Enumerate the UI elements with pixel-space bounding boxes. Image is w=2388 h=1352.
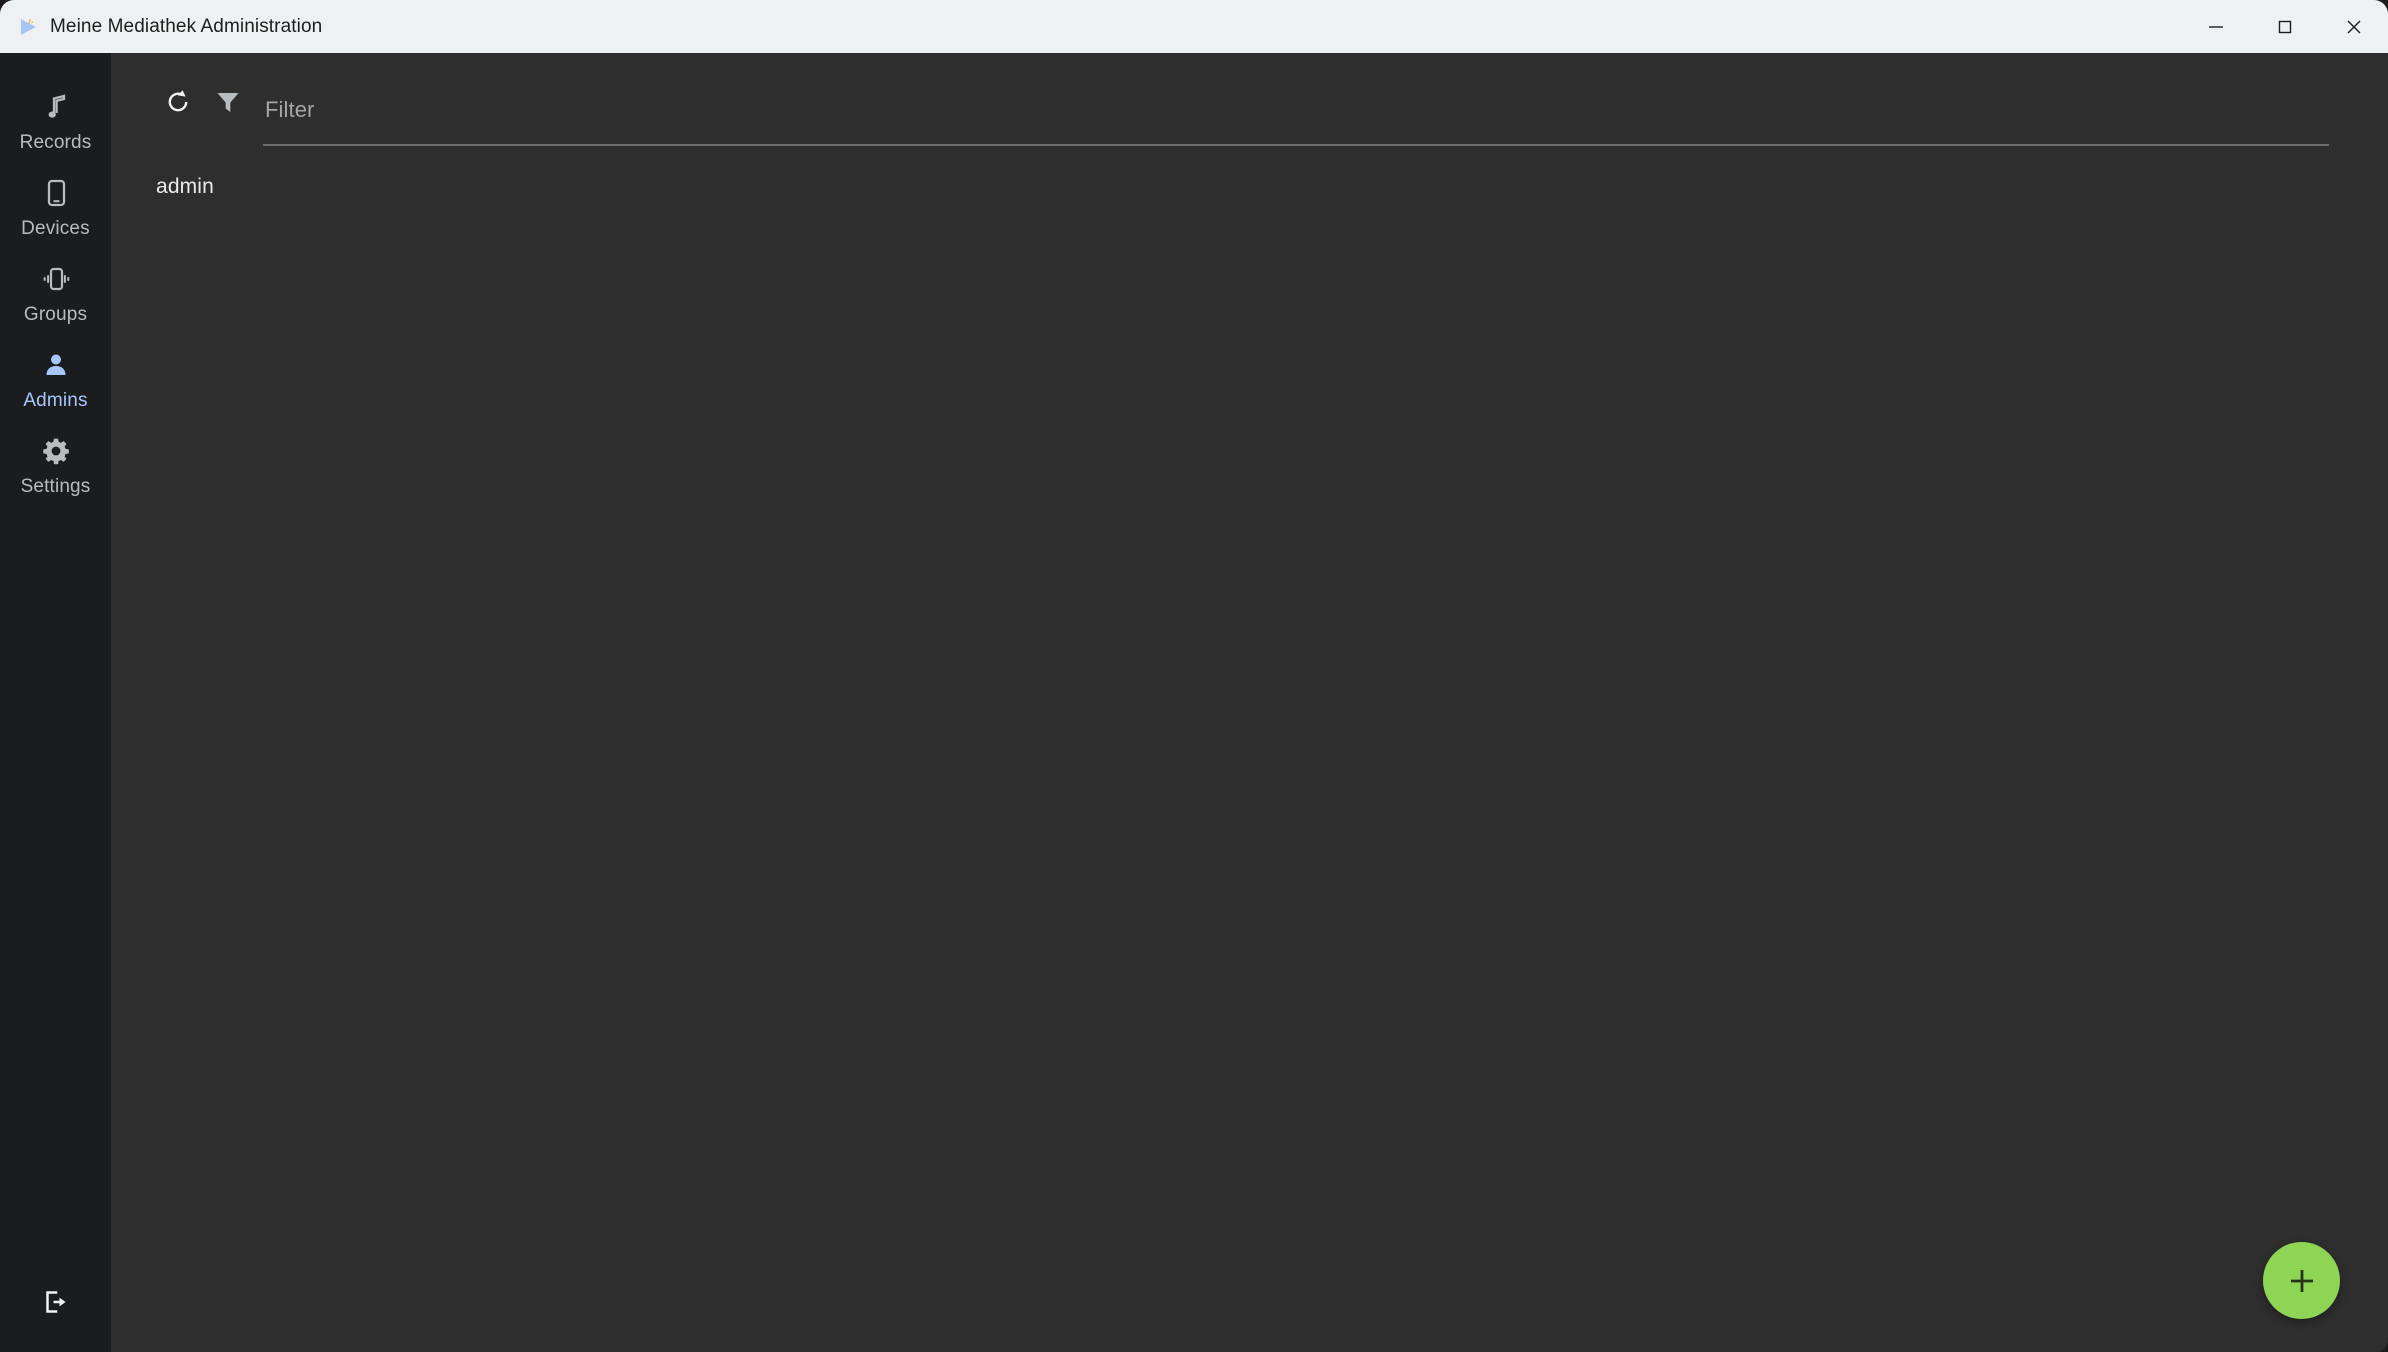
sidebar: Records Devices Groups Admins Settings <box>0 53 111 1352</box>
add-admin-button[interactable] <box>2263 1242 2340 1319</box>
logout-button[interactable] <box>0 1252 111 1352</box>
smartphone-icon <box>39 177 73 209</box>
toolbar <box>111 53 2388 146</box>
admins-list: admin <box>111 146 2388 1352</box>
sidebar-item-records[interactable]: Records <box>0 79 111 165</box>
main-content: admin <box>111 53 2388 1352</box>
maximize-button[interactable] <box>2250 0 2319 53</box>
sidebar-item-label: Settings <box>20 475 91 497</box>
filter-button[interactable] <box>206 80 250 124</box>
filter-input-field[interactable] <box>263 83 2329 146</box>
app-window: Meine Mediathek Administration Records D… <box>0 0 2388 1352</box>
window-title: Meine Mediathek Administration <box>50 15 323 37</box>
play-triangle-icon <box>17 16 39 38</box>
filter-input[interactable] <box>263 96 2329 131</box>
window-body: Records Devices Groups Admins Settings F… <box>0 53 2388 1352</box>
refresh-button[interactable] <box>156 80 200 124</box>
close-icon <box>2347 20 2360 33</box>
title-bar-left: Meine Mediathek Administration <box>0 16 2181 38</box>
sidebar-item-groups[interactable]: Groups <box>0 251 111 337</box>
sidebar-item-settings[interactable]: Settings <box>0 423 111 509</box>
maximize-icon <box>2278 20 2291 33</box>
window-controls <box>2181 0 2388 53</box>
sidebar-item-label: Records <box>19 131 92 153</box>
sidebar-item-label: Devices <box>21 217 90 239</box>
music-note-icon <box>39 91 73 123</box>
close-button[interactable] <box>2319 0 2388 53</box>
list-item-label: admin <box>156 175 214 198</box>
logout-icon <box>39 1286 73 1318</box>
minimize-icon <box>2208 25 2223 28</box>
person-icon <box>39 349 73 381</box>
sidebar-item-label: Groups <box>23 303 88 325</box>
minimize-button[interactable] <box>2181 0 2250 53</box>
title-bar: Meine Mediathek Administration <box>0 0 2388 53</box>
gear-icon <box>39 435 73 467</box>
refresh-icon <box>168 90 188 112</box>
plus-icon <box>2290 1269 2313 1292</box>
sidebar-item-admins[interactable]: Admins <box>0 337 111 423</box>
sidebar-item-devices[interactable]: Devices <box>0 165 111 251</box>
list-item[interactable]: admin <box>111 162 2388 212</box>
vibrating-phone-icon <box>39 263 73 295</box>
funnel-icon <box>217 93 239 112</box>
sidebar-item-label: Admins <box>23 389 88 411</box>
